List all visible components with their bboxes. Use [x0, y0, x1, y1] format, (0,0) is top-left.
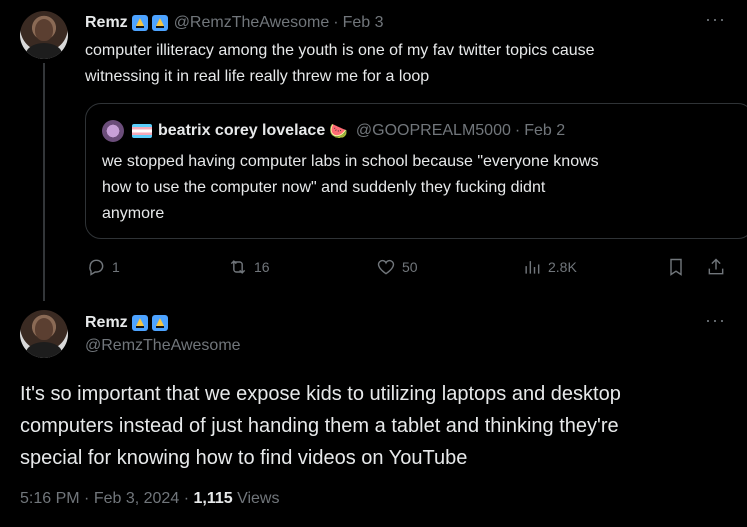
handle[interactable]: @RemzTheAwesome — [85, 337, 241, 355]
quote-text-line: anymore — [102, 205, 165, 222]
tweet-meta: 5:16 PM · Feb 3, 2024 · 1,115 Views — [20, 490, 279, 508]
heart-icon — [377, 259, 395, 275]
views-count: 2.8K — [548, 259, 577, 275]
quote-handle: @GOOPREALM5000 — [355, 122, 511, 139]
flag-badge-icon — [131, 15, 148, 31]
separator-dot: · — [84, 490, 94, 507]
bookmark-icon — [670, 258, 682, 276]
main-tweet-header: Remz — [85, 312, 168, 334]
quote-text: we stopped having computer labs in schoo… — [102, 149, 732, 227]
reply-icon — [89, 259, 104, 276]
quoted-tweet[interactable]: beatrix corey lovelace 🍉 @GOOPREALM5000 … — [85, 103, 747, 239]
retweet-count: 16 — [254, 259, 270, 275]
main-tweet-text: It's so important that we expose kids to… — [20, 378, 740, 474]
flag-badge-icon — [151, 15, 168, 31]
separator-dot: · — [333, 14, 339, 31]
tweet-full-date[interactable]: Feb 3, 2024 — [94, 490, 179, 507]
more-icon[interactable]: ··· — [705, 310, 726, 331]
like-count: 50 — [402, 259, 418, 275]
tweet-text-line: computer illiteracy among the youth is o… — [85, 42, 595, 59]
retweet-button[interactable]: 16 — [228, 256, 270, 278]
views-icon — [525, 261, 540, 274]
quote-date: Feb 2 — [524, 122, 566, 139]
tweet-header: Remz @RemzTheAwesome · Feb 3 — [85, 12, 384, 34]
watermelon-emoji: 🍉 — [329, 123, 348, 140]
views-button[interactable]: 2.8K — [522, 256, 577, 278]
separator-dot: · — [514, 122, 521, 139]
display-name[interactable]: Remz — [85, 314, 128, 332]
views-label: Views — [237, 490, 280, 507]
reply-count: 1 — [112, 259, 120, 275]
quote-header: beatrix corey lovelace 🍉 @GOOPREALM5000 … — [102, 120, 565, 142]
flag-icon — [132, 124, 152, 138]
flag-badge-icon — [151, 315, 168, 331]
main-tweet-text-line: special for knowing how to find videos o… — [20, 447, 468, 469]
retweet-icon — [230, 260, 246, 274]
handle[interactable]: @RemzTheAwesome — [174, 14, 330, 32]
avatar[interactable] — [20, 310, 68, 358]
share-button[interactable] — [706, 256, 726, 278]
reply-button[interactable]: 1 — [86, 256, 120, 278]
bookmark-button[interactable] — [666, 256, 686, 278]
display-name[interactable]: Remz — [85, 14, 128, 32]
flag-badge-icon — [131, 315, 148, 331]
quote-text-line: we stopped having computer labs in schoo… — [102, 153, 599, 170]
quote-display-name: beatrix corey lovelace — [158, 122, 326, 139]
more-icon[interactable]: ··· — [705, 9, 726, 30]
tweet-date[interactable]: Feb 3 — [343, 14, 384, 32]
avatar[interactable] — [20, 11, 68, 59]
separator-dot: · — [183, 490, 194, 507]
main-tweet-text-line: computers instead of just handing them a… — [20, 415, 619, 437]
thread-line — [43, 63, 45, 301]
share-icon — [708, 258, 724, 275]
tweet-time[interactable]: 5:16 PM — [20, 490, 80, 507]
quote-avatar — [102, 120, 124, 142]
main-tweet-text-line: It's so important that we expose kids to… — [20, 383, 621, 405]
quote-text-line: how to use the computer now" and suddenl… — [102, 179, 546, 196]
views-total: 1,115 — [193, 490, 233, 507]
tweet-text-line: witnessing it in real life really threw … — [85, 68, 430, 85]
tweet-text: computer illiteracy among the youth is o… — [85, 38, 735, 90]
like-button[interactable]: 50 — [376, 256, 418, 278]
